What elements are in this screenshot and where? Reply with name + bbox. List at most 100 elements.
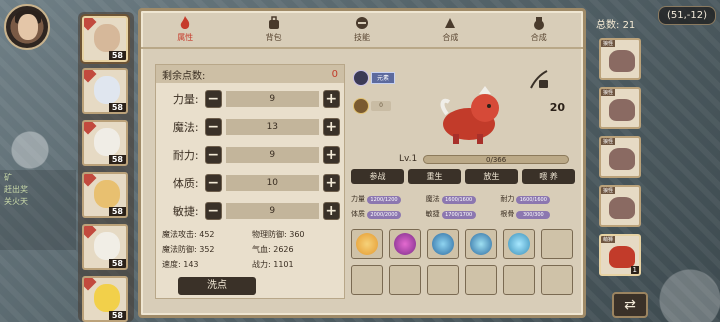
lion-sprite bbox=[609, 246, 635, 268]
remaining-points: 剩余点数: 0 bbox=[156, 65, 344, 83]
wolf-sprite bbox=[609, 148, 635, 170]
character-list[interactable]: 58 58 58 58 58 58 bbox=[78, 12, 134, 322]
exp-bar: 0/366 bbox=[423, 154, 569, 164]
list-icon[interactable] bbox=[353, 70, 369, 86]
skill-slot[interactable] bbox=[389, 229, 421, 259]
character-card[interactable]: 58 bbox=[82, 16, 128, 62]
creature-actions: 参战 重生 放生 喂 养 bbox=[351, 169, 575, 184]
wolf-sprite bbox=[609, 50, 635, 72]
skill-slot-empty[interactable] bbox=[427, 265, 459, 295]
character-badge bbox=[84, 174, 97, 187]
wash-points-button[interactable]: 洗点 bbox=[178, 277, 256, 295]
skill-icon bbox=[355, 17, 368, 29]
increase-button[interactable]: + bbox=[322, 174, 340, 192]
derived-stat: 速度: 143 bbox=[162, 260, 199, 269]
character-card[interactable]: 58 bbox=[82, 172, 128, 218]
feather-lock-icon[interactable] bbox=[527, 68, 551, 92]
stat-value: 10 bbox=[226, 175, 319, 191]
stat-label: 魔法: bbox=[172, 121, 199, 134]
pet-panel: 属性 背包 技能 合成 合成 剩余点数: 0 力量: − 9 + 魔法: − 1… bbox=[138, 8, 586, 318]
feed-button[interactable]: 喂 养 bbox=[522, 169, 575, 184]
level-label: Lv.1 bbox=[399, 154, 418, 164]
character-portrait bbox=[94, 128, 120, 156]
chat-line: 关火天 bbox=[4, 197, 28, 206]
character-card[interactable]: 58 bbox=[82, 276, 128, 322]
increase-button[interactable]: + bbox=[322, 90, 340, 108]
skill-slot[interactable] bbox=[503, 229, 535, 259]
skill-slot-empty[interactable] bbox=[541, 229, 573, 259]
compose-icon bbox=[445, 18, 456, 28]
chat-panel[interactable]: 矿 赶出奖 关火天 bbox=[0, 170, 76, 250]
derived-stats: 魔法攻击: 452 物理防御: 360 魔法防御: 352 气血: 2626 速… bbox=[162, 229, 342, 270]
monster-total: 总数: 21 bbox=[596, 20, 636, 31]
increase-button[interactable]: + bbox=[322, 146, 340, 164]
decrease-button[interactable]: − bbox=[204, 90, 222, 108]
monster-card[interactable]: 狼怪 bbox=[599, 185, 641, 227]
skill-slot-empty[interactable] bbox=[541, 265, 573, 295]
skill-slot[interactable] bbox=[427, 229, 459, 259]
fight-button[interactable]: 参战 bbox=[351, 169, 404, 184]
monster-card[interactable]: 狼怪 bbox=[599, 87, 641, 129]
release-button[interactable]: 放生 bbox=[465, 169, 518, 184]
monster-tag: 狼怪 bbox=[601, 138, 616, 145]
tab-label: 合成 bbox=[442, 33, 459, 42]
skill-slot-empty[interactable] bbox=[351, 265, 383, 295]
monster-card[interactable]: 狼怪 bbox=[599, 38, 641, 80]
skill-slot[interactable] bbox=[351, 229, 383, 259]
rebirth-button[interactable]: 重生 bbox=[408, 169, 461, 184]
tab-attributes[interactable]: 属性 bbox=[177, 15, 193, 43]
monster-card[interactable]: 狼怪 bbox=[599, 136, 641, 178]
monster-tag: 狼怪 bbox=[601, 89, 616, 96]
character-portrait bbox=[94, 284, 120, 312]
monster-tag: 萌狮 bbox=[601, 236, 616, 243]
bonus-value: 20 bbox=[549, 101, 565, 114]
skill-slot[interactable] bbox=[465, 229, 497, 259]
skill-slot-empty[interactable] bbox=[465, 265, 497, 295]
character-badge bbox=[84, 70, 97, 83]
stat-row-endurance: 耐力: − 9 + bbox=[160, 145, 340, 165]
tab-compose-2[interactable]: 合成 bbox=[531, 15, 547, 43]
monster-tag: 狼怪 bbox=[601, 40, 616, 47]
decrease-button[interactable]: − bbox=[204, 118, 222, 136]
tab-compose[interactable]: 合成 bbox=[442, 15, 458, 43]
character-badge bbox=[84, 122, 97, 135]
creature-stat: 力量 1200/1200 bbox=[351, 194, 426, 204]
bag-icon bbox=[268, 16, 279, 29]
stat-row-constitution: 体质: − 10 + bbox=[160, 173, 340, 193]
element-tag: 元素 bbox=[371, 72, 395, 84]
skill-slot-empty[interactable] bbox=[389, 265, 421, 295]
wolf-sprite bbox=[609, 197, 635, 219]
increase-button[interactable]: + bbox=[322, 202, 340, 220]
decrease-button[interactable]: − bbox=[204, 174, 222, 192]
level-row: Lv.1 0/366 bbox=[399, 154, 569, 164]
player-avatar[interactable] bbox=[4, 4, 50, 50]
character-card[interactable]: 58 bbox=[82, 120, 128, 166]
panel-tabs: 属性 背包 技能 合成 合成 bbox=[141, 11, 583, 49]
decrease-button[interactable]: − bbox=[204, 202, 222, 220]
crown-value: 0 bbox=[371, 101, 391, 111]
stat-value: 9 bbox=[226, 147, 319, 163]
avatar-face bbox=[18, 14, 38, 40]
character-portrait bbox=[94, 24, 120, 52]
monster-count: 1 bbox=[630, 266, 639, 274]
monster-card-selected[interactable]: 萌狮 1 bbox=[599, 234, 641, 276]
character-level: 58 bbox=[108, 311, 126, 320]
monster-list[interactable]: 狼怪 狼怪 狼怪 狼怪 萌狮 1 bbox=[596, 32, 644, 322]
creature-section: 元素 0 20 Lv.1 0/366 参战 重生 放生 喂 养 力量 1200/… bbox=[349, 64, 577, 304]
character-level: 58 bbox=[108, 103, 126, 112]
character-level: 58 bbox=[108, 51, 126, 60]
creature-stat: 耐力 1600/1600 bbox=[500, 194, 575, 204]
decrease-button[interactable]: − bbox=[204, 146, 222, 164]
character-card[interactable]: 58 bbox=[82, 224, 128, 270]
skill-grid bbox=[351, 229, 573, 295]
increase-button[interactable]: + bbox=[322, 118, 340, 136]
character-level: 58 bbox=[108, 259, 126, 268]
skill-swirl-icon bbox=[356, 233, 378, 255]
skill-slot-empty[interactable] bbox=[503, 265, 535, 295]
back-button[interactable]: ⇄ bbox=[612, 292, 648, 318]
tab-label: 背包 bbox=[265, 33, 282, 42]
tab-skills[interactable]: 技能 bbox=[354, 15, 370, 43]
tab-bag[interactable]: 背包 bbox=[266, 15, 282, 43]
derived-stat: 魔法攻击: 452 bbox=[162, 230, 215, 239]
character-card[interactable]: 58 bbox=[82, 68, 128, 114]
